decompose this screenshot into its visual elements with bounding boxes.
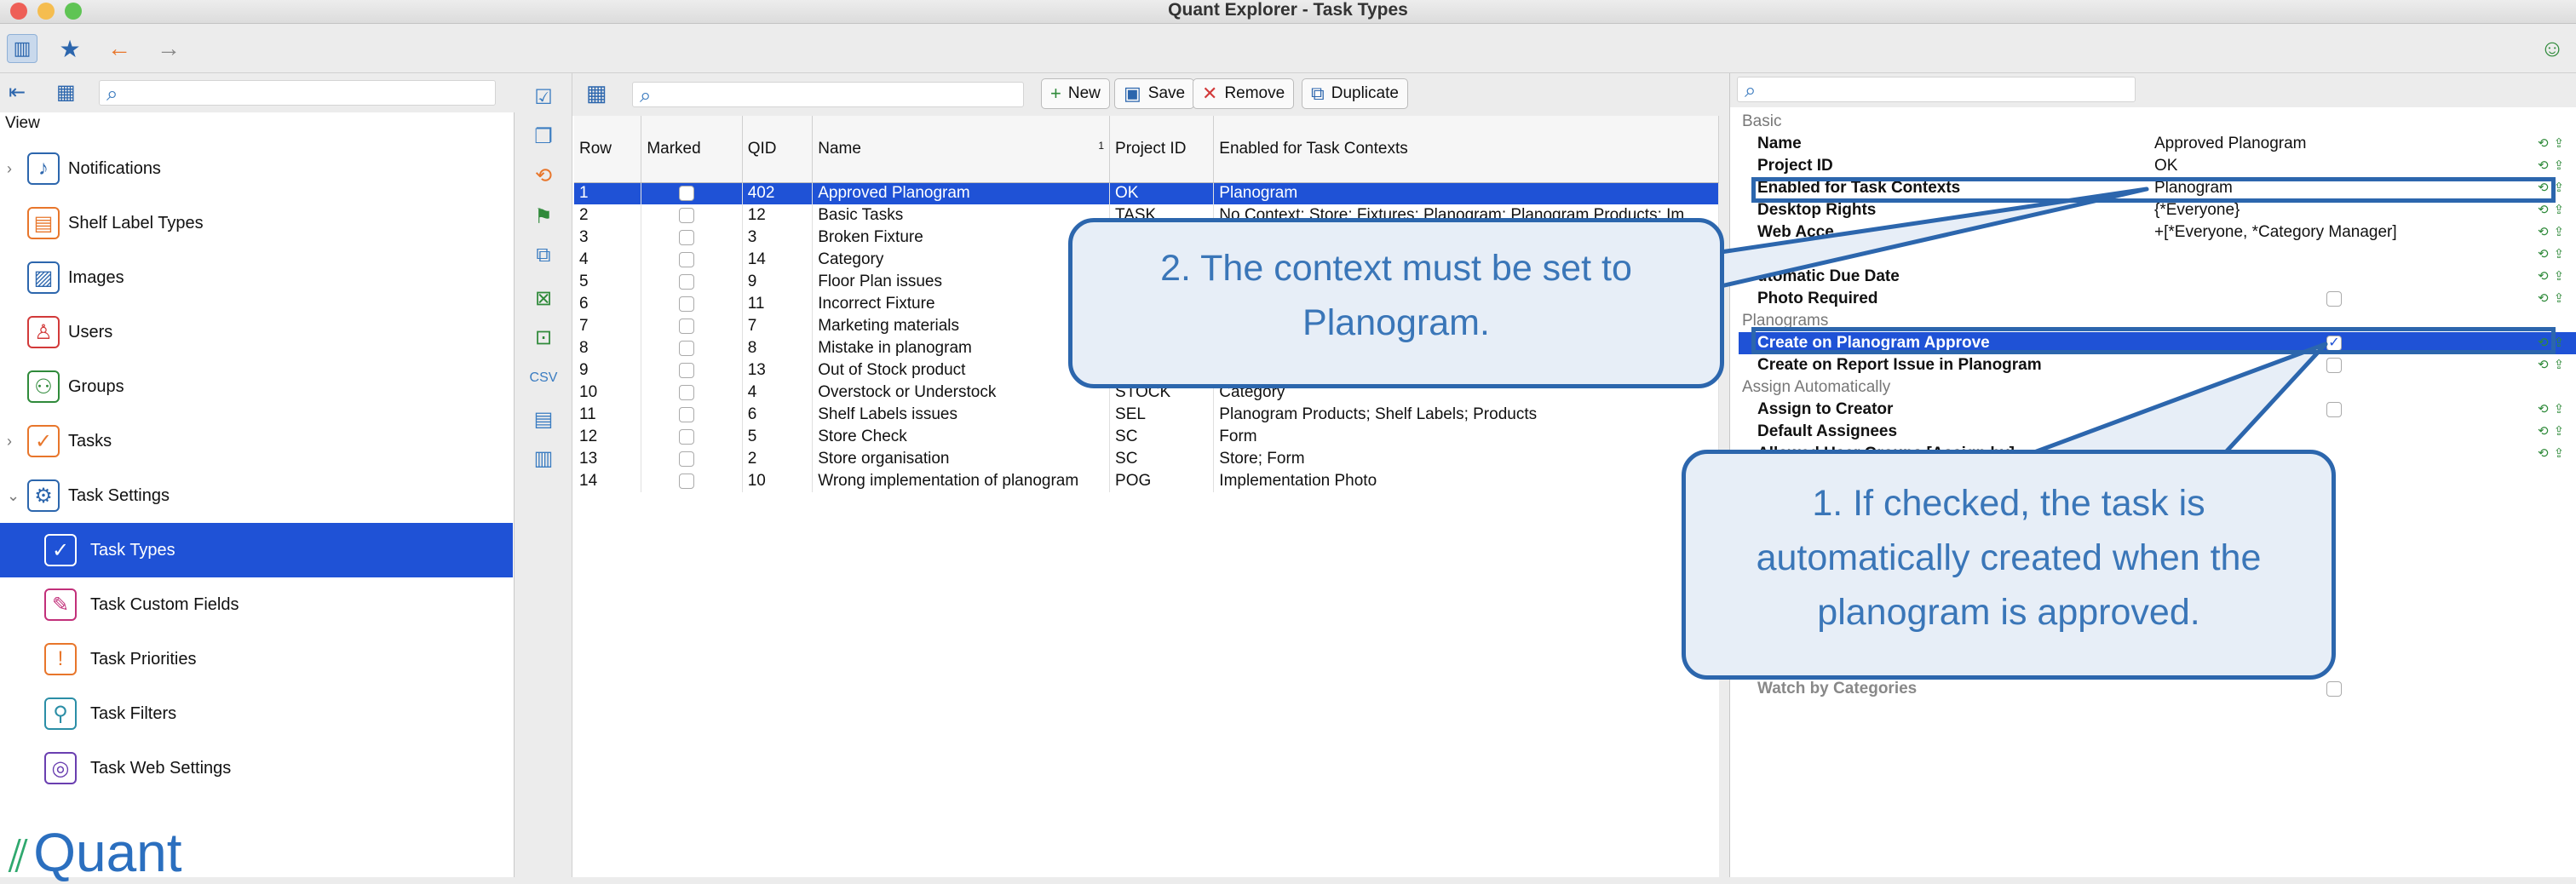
approve-callout: 1. If checked, the task is automatically… bbox=[1682, 450, 2336, 680]
context-callout-pointer bbox=[1718, 187, 2149, 289]
approve-highlight-box bbox=[1751, 327, 2556, 354]
approve-callout-pointer bbox=[2025, 342, 2328, 457]
context-highlight-box bbox=[1751, 177, 2556, 203]
context-callout: 2. The context must be set to Planogram. bbox=[1068, 218, 1724, 388]
callout-pointers bbox=[1718, 187, 2328, 457]
